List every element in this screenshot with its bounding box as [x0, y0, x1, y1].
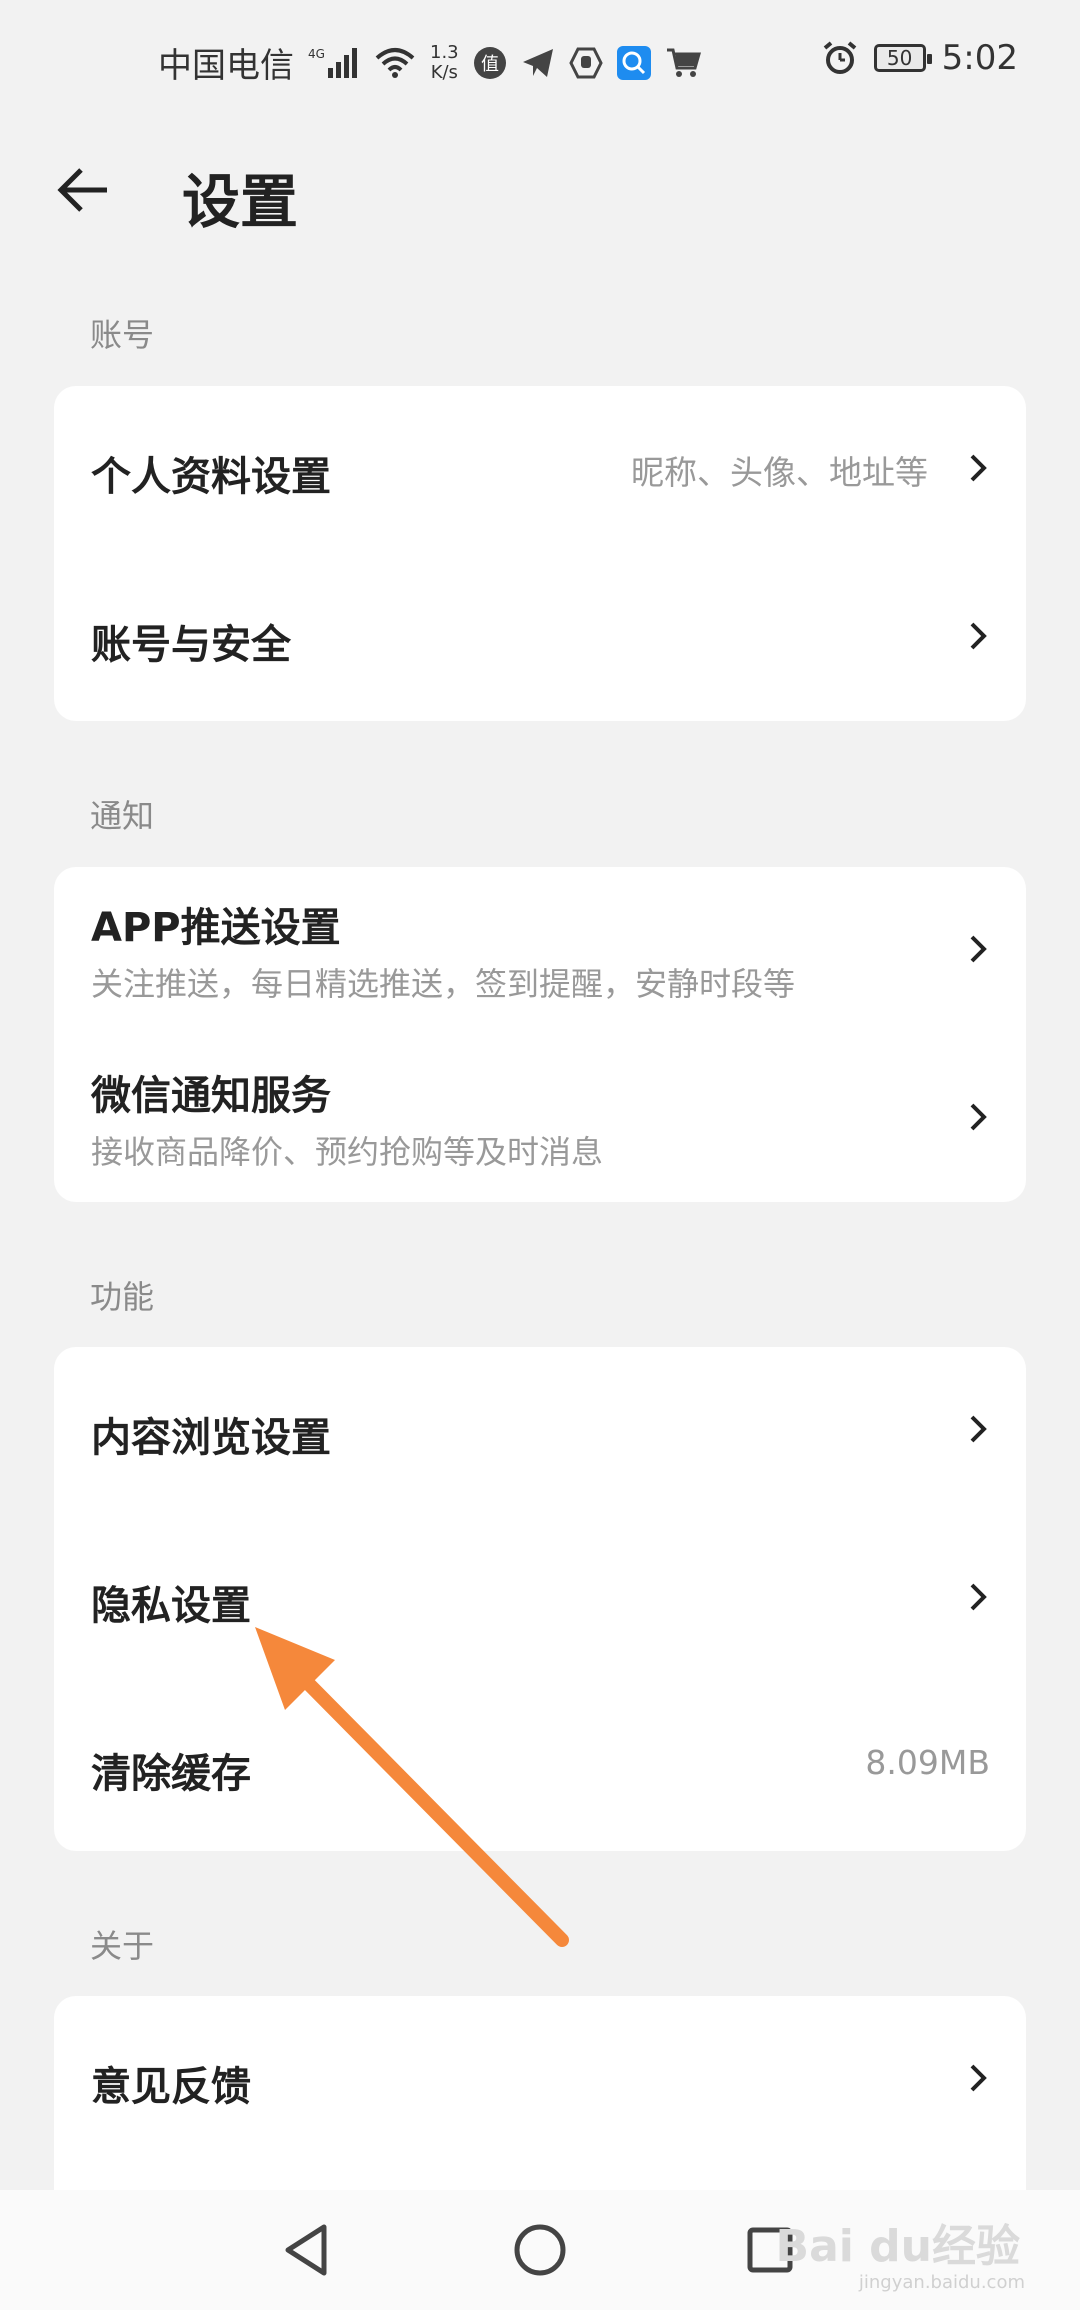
carrier-name: 中国电信 [158, 46, 294, 86]
wifi-icon [374, 46, 416, 80]
card-features: 内容浏览设置 隐私设置 清除缓存 8.09MB [54, 1347, 1026, 1851]
status-bar: 中国电信 4G 1.3 K/s 值 50 5:02 [0, 0, 1080, 130]
system-nav-bar: Bai du经验 jingyan.baidu.com [0, 2190, 1080, 2310]
app-header: 设置 [0, 140, 1080, 240]
chevron-right-icon [970, 1103, 987, 1131]
chevron-right-icon [970, 935, 987, 963]
search-app-icon [616, 45, 651, 80]
network-speed: 1.3 K/s [430, 41, 459, 83]
section-label-notify: 通知 [90, 797, 155, 835]
section-label-features: 功能 [90, 1278, 155, 1316]
chevron-right-icon [970, 2064, 987, 2092]
section-label-account: 账号 [90, 316, 155, 354]
row-privacy-settings[interactable]: 隐私设置 [54, 1515, 1026, 1683]
chevron-right-icon [970, 1583, 987, 1611]
row-clear-cache[interactable]: 清除缓存 8.09MB [54, 1683, 1026, 1851]
row-title: 账号与安全 [91, 622, 291, 668]
row-title: 个人资料设置 [91, 454, 331, 500]
row-subtitle: 关注推送，每日精选推送，签到提醒，安静时段等 [91, 965, 796, 1003]
row-title: 意见反馈 [91, 2064, 251, 2110]
zhidemai-icon: 值 [473, 46, 507, 80]
row-value: 昵称、头像、地址等 [631, 453, 928, 492]
alarm-icon [822, 40, 858, 76]
row-title: 内容浏览设置 [91, 1415, 331, 1461]
signal-icon: 4G [308, 46, 360, 80]
row-title: 清除缓存 [91, 1751, 251, 1797]
watermark-url: jingyan.baidu.com [858, 2272, 1025, 2293]
row-profile-settings[interactable]: 个人资料设置 昵称、头像、地址等 [54, 386, 1026, 554]
hand-icon [568, 46, 603, 80]
card-account: 个人资料设置 昵称、头像、地址等 账号与安全 [54, 386, 1026, 721]
row-title: 微信通知服务 [91, 1073, 331, 1119]
row-feedback[interactable]: 意见反馈 [54, 1996, 1026, 2164]
svg-text:值: 值 [481, 54, 499, 75]
row-title: 隐私设置 [91, 1583, 251, 1629]
chevron-right-icon [970, 454, 987, 482]
row-content-browse-settings[interactable]: 内容浏览设置 [54, 1347, 1026, 1515]
back-arrow-icon[interactable] [55, 160, 115, 220]
card-notify: APP推送设置 关注推送，每日精选推送，签到提醒，安静时段等 微信通知服务 接收… [54, 867, 1026, 1202]
row-subtitle: 接收商品降价、预约抢购等及时消息 [91, 1133, 604, 1171]
telegram-icon [521, 46, 555, 80]
network-type: 4G [308, 47, 325, 61]
section-label-about: 关于 [90, 1927, 155, 1965]
clock: 5:02 [941, 38, 1018, 78]
row-account-security[interactable]: 账号与安全 [54, 554, 1026, 722]
chevron-right-icon [970, 1415, 987, 1443]
cart-icon [665, 46, 701, 80]
row-wechat-notify[interactable]: 微信通知服务 接收商品降价、预约抢购等及时消息 [54, 1035, 1026, 1203]
nav-home-icon[interactable] [505, 2215, 575, 2285]
nav-back-icon[interactable] [272, 2215, 342, 2285]
page-title: 设置 [182, 168, 299, 236]
chevron-right-icon [970, 622, 987, 650]
row-app-push-settings[interactable]: APP推送设置 关注推送，每日精选推送，签到提醒，安静时段等 [54, 867, 1026, 1035]
battery-icon: 50 [873, 44, 932, 72]
cache-size: 8.09MB [865, 1743, 990, 1782]
row-title: APP推送设置 [91, 905, 341, 951]
watermark: Bai du经验 [775, 2221, 1020, 2272]
